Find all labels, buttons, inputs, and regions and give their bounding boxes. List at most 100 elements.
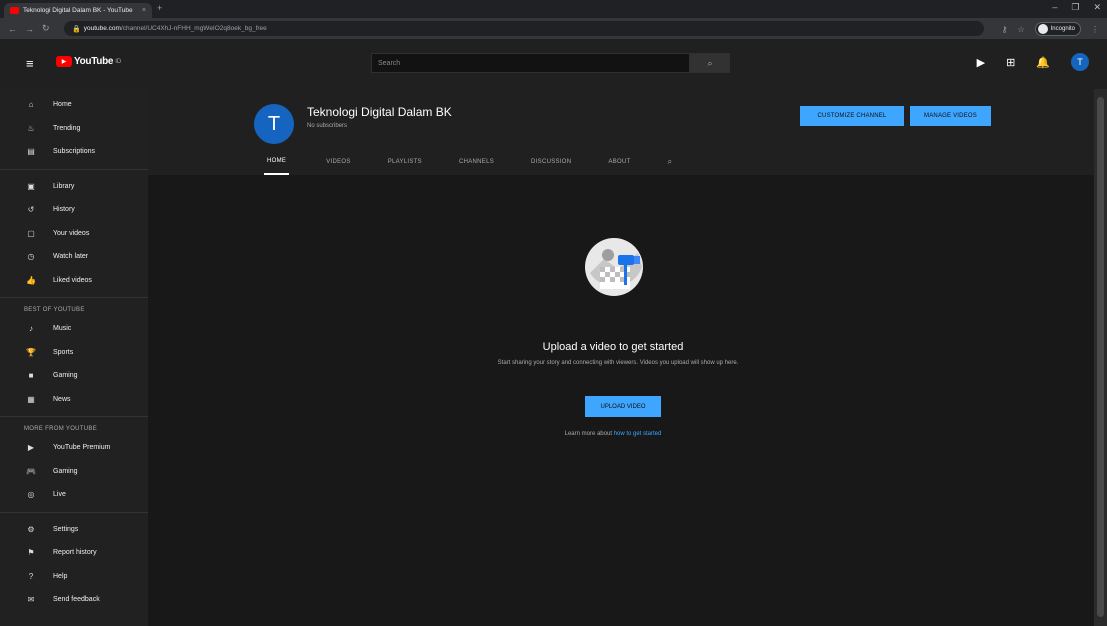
- tab-channels[interactable]: CHANNELS: [459, 149, 494, 175]
- manage-videos-button[interactable]: MANAGE VIDEOS: [910, 106, 991, 126]
- sidebar-section-heading: MORE FROM YOUTUBE: [24, 426, 97, 432]
- sidebar-item-watch-later[interactable]: ◷ Watch later: [0, 245, 148, 269]
- youtube-logo[interactable]: ▶ YouTube ID: [56, 56, 121, 67]
- sidebar-item-music[interactable]: ♪ Music: [0, 317, 148, 341]
- forward-icon[interactable]: →: [25, 24, 34, 34]
- logo-region: ID: [115, 58, 122, 65]
- live-icon: ◎: [27, 490, 35, 500]
- url-host: youtube.com: [83, 25, 121, 32]
- back-icon[interactable]: ←: [8, 24, 17, 34]
- sidebar-item-live[interactable]: ◎ Live: [0, 483, 148, 507]
- key-icon[interactable]: ⚷: [1002, 25, 1008, 34]
- create-video-icon[interactable]: ▶: [977, 56, 985, 69]
- channel-avatar: T: [254, 104, 294, 144]
- url-path: /channel/UC4XhJ-nFHH_mgWeIO2q8oek_bg_fre…: [120, 25, 267, 32]
- tab-home[interactable]: HOME: [264, 149, 290, 175]
- sidebar-item-home[interactable]: ⌂ Home: [0, 93, 148, 117]
- empty-state-title: Upload a video to get started: [542, 341, 684, 353]
- sidebar-item-help[interactable]: ? Help: [0, 565, 148, 589]
- sidebar-item-history[interactable]: ↺ History: [0, 198, 148, 222]
- sidebar-item-gaming[interactable]: ■ Gaming: [0, 364, 148, 388]
- browser-toolbar-right: ⚷ ☆ Incognito ⋮: [1002, 22, 1099, 36]
- url-field[interactable]: 🔒 youtube.com/channel/UC4XhJ-nFHH_mgWeIO…: [64, 21, 984, 36]
- youtube-favicon-icon: [10, 7, 19, 14]
- minimize-icon[interactable]: –: [1052, 2, 1057, 13]
- sidebar-item-trending[interactable]: ♨ Trending: [0, 117, 148, 141]
- browser-tab[interactable]: Teknologi Digital Dalam BK - YouTube ×: [4, 3, 152, 18]
- settings-icon: ⚙: [27, 524, 35, 534]
- sidebar-divider: [0, 297, 148, 298]
- new-tab-button[interactable]: +: [157, 3, 162, 13]
- tab-discussion[interactable]: DISCUSSION: [531, 149, 571, 175]
- sidebar-item-your-videos[interactable]: ▢ Your videos: [0, 222, 148, 246]
- watch-later-icon: ◷: [27, 252, 35, 262]
- sidebar-item-news[interactable]: ▦ News: [0, 388, 148, 412]
- subscriber-count: No subscribers: [307, 123, 348, 129]
- sidebar-divider: [0, 168, 148, 170]
- tab-about[interactable]: ABOUT: [608, 149, 630, 175]
- page-scrollbar[interactable]: [1094, 89, 1107, 626]
- incognito-avatar-icon: [1037, 24, 1048, 34]
- feedback-icon: ✉: [27, 595, 35, 605]
- window-controls: – ❐ ✕: [1052, 2, 1101, 13]
- guide-menu-icon[interactable]: ≡: [26, 56, 34, 71]
- youtube-header: ≡ ▶ YouTube ID Search ⌕ ▶ ⊞ 🔔 T: [0, 39, 1107, 89]
- tab-videos[interactable]: VIDEOS: [326, 149, 350, 175]
- play-logo-icon: ▶: [56, 56, 72, 67]
- report-flag-icon: ⚑: [27, 548, 35, 558]
- maximize-icon[interactable]: ❐: [1071, 2, 1079, 13]
- history-icon: ↺: [27, 205, 35, 215]
- star-icon[interactable]: ☆: [1017, 25, 1024, 34]
- tab-close-icon[interactable]: ×: [142, 7, 146, 14]
- sidebar-item-premium[interactable]: ▶ YouTube Premium: [0, 436, 148, 460]
- liked-videos-icon: 👍: [26, 275, 36, 285]
- sidebar-item-send-feedback[interactable]: ✉ Send feedback: [0, 588, 148, 612]
- profile-button[interactable]: Incognito: [1034, 22, 1081, 36]
- lock-icon[interactable]: 🔒: [72, 25, 81, 33]
- channel-search-icon[interactable]: ⌕: [668, 149, 672, 175]
- learn-more-link[interactable]: how to get started: [614, 431, 662, 437]
- search-input[interactable]: Search: [371, 53, 690, 73]
- subscriptions-icon: ▤: [27, 147, 35, 157]
- your-videos-icon: ▢: [27, 228, 35, 238]
- sidebar: ⌂ Home ♨ Trending ▤ Subscriptions ▣ Library …: [0, 89, 148, 626]
- reload-icon[interactable]: ↻: [42, 23, 50, 34]
- empty-state-subtitle: Start sharing your story and connecting …: [497, 360, 739, 366]
- sidebar-item-liked-videos[interactable]: 👍 Liked videos: [0, 269, 148, 293]
- logo-wordmark: YouTube: [74, 56, 114, 67]
- channel-name: Teknologi Digital Dalam BK: [307, 105, 452, 119]
- scrollbar-thumb[interactable]: [1097, 97, 1104, 617]
- sidebar-item-report-history[interactable]: ⚑ Report history: [0, 541, 148, 565]
- sidebar-item-gaming-yt[interactable]: 🎮 Gaming: [0, 460, 148, 484]
- sidebar-item-sports[interactable]: 🏆 Sports: [0, 341, 148, 365]
- channel-header: T Teknologi Digital Dalam BK No subscrib…: [148, 89, 1094, 175]
- premium-icon: ▶: [27, 443, 35, 453]
- gaming-controller-icon: 🎮: [26, 466, 36, 476]
- sidebar-divider: [0, 416, 148, 417]
- tab-playlists[interactable]: PLAYLISTS: [388, 149, 422, 175]
- sidebar-item-library[interactable]: ▣ Library: [0, 175, 148, 199]
- browser-menu-icon[interactable]: ⋮: [1091, 25, 1099, 34]
- sidebar-item-settings[interactable]: ⚙ Settings: [0, 518, 148, 542]
- upload-video-button[interactable]: UPLOAD VIDEO: [585, 396, 661, 417]
- address-bar-row: ← → ↻ 🔒 youtube.com/channel/UC4XhJ-nFHH_…: [0, 18, 1107, 39]
- sidebar-section-heading: BEST OF YOUTUBE: [24, 307, 85, 313]
- search-button[interactable]: ⌕: [690, 53, 730, 73]
- notifications-bell-icon[interactable]: 🔔: [1036, 56, 1050, 69]
- account-avatar[interactable]: T: [1071, 53, 1089, 71]
- music-icon: ♪: [29, 324, 33, 334]
- learn-more-text: Learn more about how to get started: [148, 431, 1078, 437]
- learn-more-prefix: Learn more about: [564, 431, 614, 437]
- trending-icon: ♨: [27, 123, 35, 133]
- sports-icon: 🏆: [26, 347, 36, 357]
- channel-content: Upload a video to get started Start shar…: [148, 175, 1094, 626]
- tab-title: Teknologi Digital Dalam BK - YouTube: [23, 7, 133, 14]
- profile-label: Incognito: [1050, 26, 1075, 32]
- news-icon: ▦: [27, 394, 35, 404]
- apps-grid-icon[interactable]: ⊞: [1006, 56, 1015, 69]
- sidebar-item-subscriptions[interactable]: ▤ Subscriptions: [0, 140, 148, 164]
- help-icon: ?: [28, 571, 34, 581]
- close-window-icon[interactable]: ✕: [1093, 2, 1101, 13]
- channel-tabs: HOME VIDEOS PLAYLISTS CHANNELS DISCUSSIO…: [264, 149, 672, 175]
- customize-channel-button[interactable]: CUSTOMIZE CHANNEL: [800, 106, 904, 126]
